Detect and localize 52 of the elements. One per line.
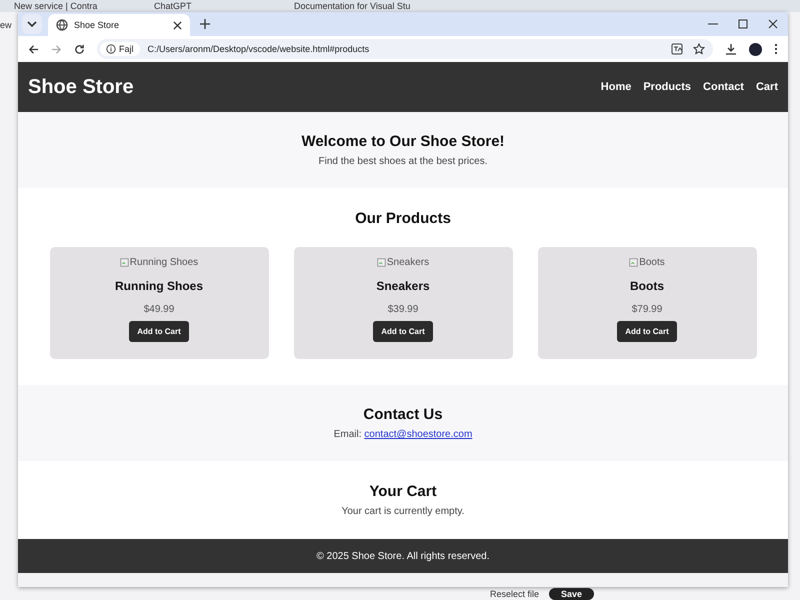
section-title: Contact Us (363, 406, 443, 423)
star-icon[interactable] (693, 43, 705, 55)
browser-tab[interactable]: Documentation for Visual Stu (294, 0, 414, 12)
hero-title: Welcome to Our Shoe Store! (301, 133, 505, 150)
close-icon[interactable] (173, 20, 182, 30)
nav-link[interactable]: Contact (703, 81, 744, 93)
background-text: ew (0, 20, 12, 30)
section-title: Our Products (355, 210, 451, 227)
add-to-cart-button[interactable]: Add to Cart (617, 321, 677, 342)
site-info-chip[interactable]: Fajl (100, 42, 140, 56)
add-to-cart-button[interactable]: Add to Cart (129, 321, 189, 342)
email-link[interactable]: contact@shoestore.com (364, 429, 472, 440)
image-alt-text: Running Shoes (130, 257, 198, 268)
product-price: $79.99 (632, 304, 662, 315)
browser-tab[interactable]: Shoe Store (48, 14, 190, 36)
product-price: $39.99 (388, 304, 418, 315)
close-icon[interactable] (768, 19, 778, 29)
cart-message: Your cart is currently empty. (342, 506, 464, 517)
section-title: Your Cart (369, 483, 437, 500)
info-icon (106, 44, 116, 54)
back-arrow-icon[interactable] (28, 44, 39, 54)
nav-link[interactable]: Cart (756, 81, 778, 93)
site-logo: Shoe Store (28, 76, 134, 98)
email-label: Email: (334, 429, 362, 440)
copyright-text: © 2025 Shoe Store. All rights reserved. (316, 550, 490, 562)
plus-icon[interactable] (200, 19, 210, 29)
nav-link[interactable]: Home (600, 81, 632, 93)
image-alt-text: Boots (639, 257, 665, 268)
broken-image-icon (629, 258, 638, 267)
reselect-file-link[interactable]: Reselect file (490, 589, 540, 599)
maximize-icon[interactable] (738, 19, 748, 29)
profile-avatar-icon[interactable] (749, 42, 762, 56)
add-to-cart-button[interactable]: Add to Cart (373, 321, 433, 342)
globe-icon (56, 19, 68, 31)
product-price: $49.99 (144, 304, 174, 315)
broken-image-icon (120, 258, 129, 267)
chevron-down-icon[interactable] (22, 14, 42, 34)
nav-link[interactable]: Products (643, 81, 692, 93)
broken-image-icon (376, 258, 386, 267)
product-name: Running Shoes (115, 279, 203, 293)
download-icon[interactable] (725, 43, 737, 55)
product-name: Sneakers (376, 279, 430, 293)
browser-tab[interactable]: New service | Contra (14, 0, 134, 12)
image-alt-text: Sneakers (386, 257, 430, 268)
browser-tab[interactable]: ChatGPT (154, 0, 274, 12)
hero-subtitle: Find the best shoes at the best prices. (318, 156, 488, 167)
reload-icon[interactable] (74, 44, 85, 54)
translate-icon[interactable] (671, 43, 683, 55)
save-button[interactable]: Save (549, 588, 594, 600)
address-field[interactable]: Fajl C:/Users/aronm/Desktop/vscode/website.html#products (97, 39, 713, 59)
more-menu-icon[interactable] (774, 43, 778, 55)
product-name: Boots (630, 279, 664, 293)
